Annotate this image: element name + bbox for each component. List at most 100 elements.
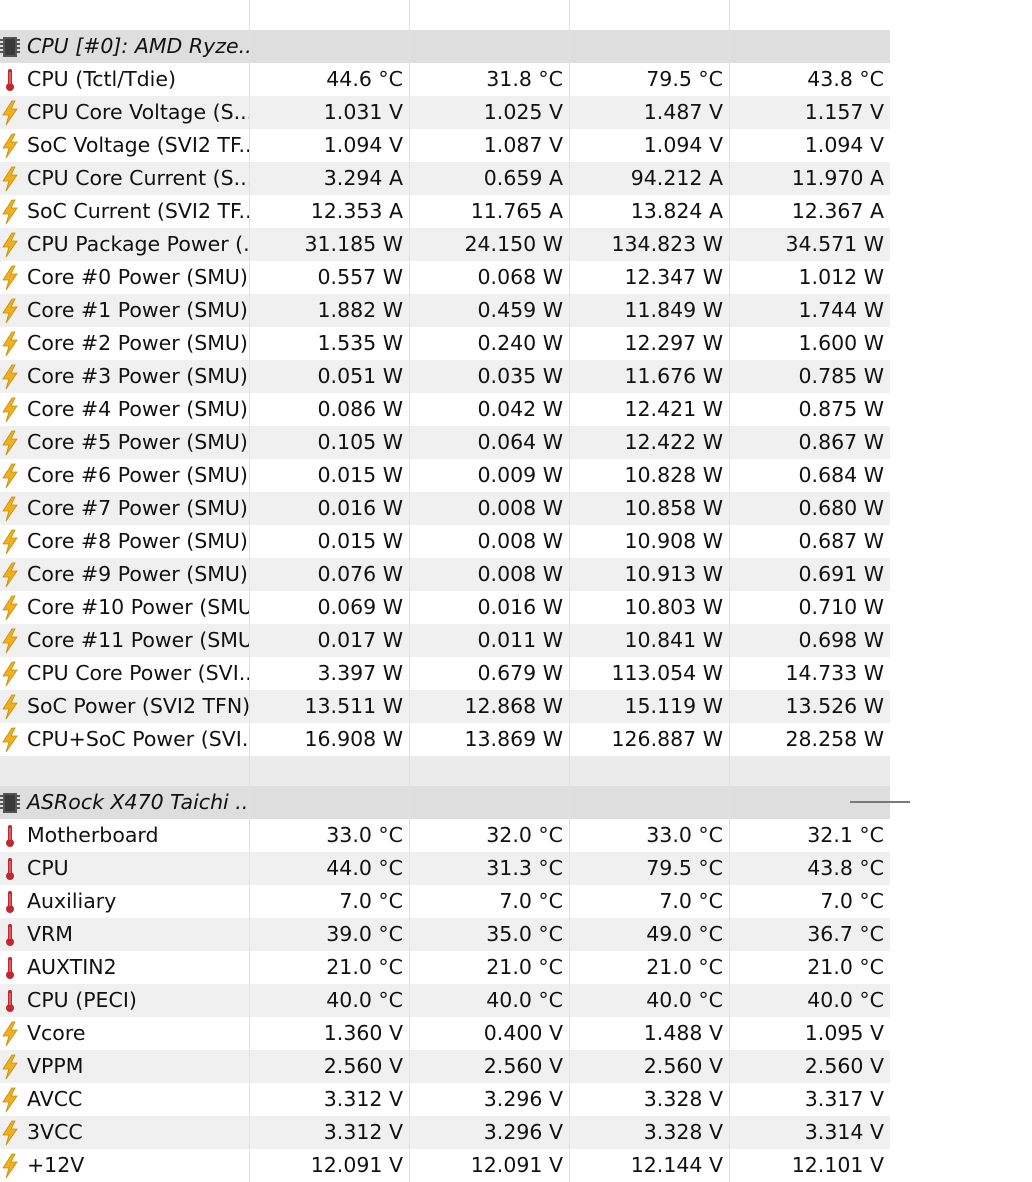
sensor-row[interactable]: CPU Core Current (S... 3.294 A 0.659 A 94.2… — [0, 162, 890, 195]
lightning-icon — [0, 397, 22, 423]
sensor-name: Core #3 Power (SMU) — [27, 364, 248, 388]
sensor-row[interactable]: Core #0 Power (SMU) 0.557 W 0.068 W 12.347 … — [0, 261, 890, 294]
sensor-row[interactable]: Core #1 Power (SMU) 1.882 W 0.459 W 11.849 … — [0, 294, 890, 327]
sensor-row[interactable]: Core #9 Power (SMU) 0.076 W 0.008 W 10.913 … — [0, 558, 890, 591]
sensor-row[interactable]: VRM 39.0 °C 35.0 °C 49.0 °C 36.7 °C — [0, 918, 890, 951]
sensor-row[interactable]: CPU (PECI) 40.0 °C 40.0 °C 40.0 °C 40.0 °C — [0, 984, 890, 1017]
sensor-row[interactable]: CPU Core Power (SVI... 3.397 W 0.679 W 113.… — [0, 657, 890, 690]
average-value: 0.785 W — [798, 364, 884, 388]
lightning-icon — [0, 364, 22, 390]
sensor-row[interactable]: CPU Package Power (... 31.185 W 24.150 W 13… — [0, 228, 890, 261]
minimum-value: 12.868 W — [464, 694, 563, 718]
maximum-value: 10.803 W — [624, 595, 723, 619]
lightning-icon — [0, 595, 22, 621]
sensor-row[interactable]: +12V 12.091 V 12.091 V 12.144 V 12.101 V — [0, 1149, 890, 1182]
sensor-name: 3VCC — [27, 1120, 83, 1144]
sensor-row[interactable]: SoC Power (SVI2 TFN) 13.511 W 12.868 W 15.1… — [0, 690, 890, 723]
thermometer-icon — [0, 67, 22, 93]
maximum-value: 33.0 °C — [646, 823, 723, 847]
maximum-value: 12.422 W — [624, 430, 723, 454]
average-value: 12.367 A — [791, 199, 884, 223]
sensor-name: Core #10 Power (SMU) — [27, 595, 250, 619]
sensor-row[interactable]: AVCC 3.312 V 3.296 V 3.328 V 3.317 V — [0, 1083, 890, 1116]
sensor-name: CPU+SoC Power (SVI... — [27, 727, 250, 751]
average-value: 0.875 W — [798, 397, 884, 421]
sensor-row[interactable]: Core #3 Power (SMU) 0.051 W 0.035 W 11.676 … — [0, 360, 890, 393]
sensor-group-header[interactable]: ASRock X470 Taichi ... — [0, 786, 890, 819]
sensor-row[interactable]: Core #6 Power (SMU) 0.015 W 0.009 W 10.828 … — [0, 459, 890, 492]
sensor-row[interactable]: Auxiliary 7.0 °C 7.0 °C 7.0 °C 7.0 °C — [0, 885, 890, 918]
lightning-icon — [0, 1054, 22, 1080]
sensor-name: SoC Current (SVI2 TF... — [27, 199, 250, 223]
sensor-row[interactable]: SoC Current (SVI2 TF... 12.353 A 11.765 A 1… — [0, 195, 890, 228]
sensor-name: AUXTIN2 — [27, 955, 117, 979]
sensor-row[interactable]: SoC Voltage (SVI2 TF... 1.094 V 1.087 V 1.0… — [0, 129, 890, 162]
maximum-value: 113.054 W — [611, 661, 723, 685]
minimum-value: 12.091 V — [470, 1153, 563, 1177]
thermometer-icon — [0, 856, 22, 882]
maximum-value: 1.094 V — [643, 133, 723, 157]
maximum-value: 11.849 W — [624, 298, 723, 322]
average-value: 7.0 °C — [820, 889, 884, 913]
current-value: 39.0 °C — [326, 922, 403, 946]
sensor-name: CPU — [27, 856, 69, 880]
sensor-group-title: ASRock X470 Taichi ... — [27, 790, 250, 814]
minimum-value: 32.0 °C — [486, 823, 563, 847]
sensor-row[interactable]: Core #8 Power (SMU) 0.015 W 0.008 W 10.908 … — [0, 525, 890, 558]
sensor-group-header[interactable]: CPU [#0]: AMD Ryze... — [0, 30, 890, 63]
lightning-icon — [0, 628, 22, 654]
sensor-name: CPU Package Power (... — [27, 232, 250, 256]
sensor-row[interactable]: Core #2 Power (SMU) 1.535 W 0.240 W 12.297 … — [0, 327, 890, 360]
maximum-value: 7.0 °C — [659, 889, 723, 913]
maximum-value: 10.913 W — [624, 562, 723, 586]
current-value: 0.069 W — [317, 595, 403, 619]
average-value: 0.680 W — [798, 496, 884, 520]
sensor-name: CPU Core Power (SVI... — [27, 661, 250, 685]
lightning-icon — [0, 496, 22, 522]
sensor-row[interactable]: CPU+SoC Power (SVI... 16.908 W 13.869 W 126… — [0, 723, 890, 756]
sensor-row[interactable]: CPU 44.0 °C 31.3 °C 79.5 °C 43.8 °C — [0, 852, 890, 885]
minimum-value: 0.400 V — [483, 1021, 563, 1045]
thermometer-icon — [0, 823, 22, 849]
maximum-value: 94.212 A — [630, 166, 723, 190]
lightning-icon — [0, 298, 22, 324]
sensor-row[interactable]: VPPM 2.560 V 2.560 V 2.560 V 2.560 V — [0, 1050, 890, 1083]
maximum-value: 1.487 V — [643, 100, 723, 124]
current-value: 33.0 °C — [326, 823, 403, 847]
thermometer-icon — [0, 955, 22, 981]
sensor-row[interactable]: Core #10 Power (SMU) 0.069 W 0.016 W 10.803… — [0, 591, 890, 624]
minimum-value: 31.3 °C — [486, 856, 563, 880]
maximum-value: 40.0 °C — [646, 988, 723, 1012]
sensor-row[interactable]: AUXTIN2 21.0 °C 21.0 °C 21.0 °C 21.0 °C — [0, 951, 890, 984]
sensor-row[interactable]: CPU Core Voltage (S... 1.031 V 1.025 V 1.48… — [0, 96, 890, 129]
lightning-icon — [0, 1153, 22, 1179]
current-value: 0.017 W — [317, 628, 403, 652]
sensor-name: Core #9 Power (SMU) — [27, 562, 248, 586]
sensor-row[interactable]: Core #7 Power (SMU) 0.016 W 0.008 W 10.858 … — [0, 492, 890, 525]
sensor-name: Core #4 Power (SMU) — [27, 397, 248, 421]
sensor-row[interactable]: Core #5 Power (SMU) 0.105 W 0.064 W 12.422 … — [0, 426, 890, 459]
sensor-row[interactable]: Core #11 Power (SMU) 0.017 W 0.011 W 10.841… — [0, 624, 890, 657]
thermometer-icon — [0, 988, 22, 1014]
average-value: 43.8 °C — [807, 67, 884, 91]
sensor-row[interactable]: CPU (Tctl/Tdie) 44.6 °C 31.8 °C 79.5 °C 43.8… — [0, 63, 890, 96]
lightning-icon — [0, 694, 22, 720]
lightning-icon — [0, 562, 22, 588]
sensor-group-title: CPU [#0]: AMD Ryze... — [27, 34, 250, 58]
sensor-row[interactable]: Vcore 1.360 V 0.400 V 1.488 V 1.095 V — [0, 1017, 890, 1050]
minimum-value: 0.008 W — [477, 496, 563, 520]
average-value: 32.1 °C — [807, 823, 884, 847]
average-value: 14.733 W — [785, 661, 884, 685]
current-value: 44.6 °C — [326, 67, 403, 91]
sensor-row[interactable]: 3VCC 3.312 V 3.296 V 3.328 V 3.314 V — [0, 1116, 890, 1149]
sensor-name: Core #2 Power (SMU) — [27, 331, 248, 355]
sensor-row[interactable]: Motherboard 33.0 °C 32.0 °C 33.0 °C 32.1 °C — [0, 819, 890, 852]
maximum-value: 126.887 W — [611, 727, 723, 751]
average-value: 2.560 V — [804, 1054, 884, 1078]
sensor-table: CPU [#0]: AMD Ryze... CPU (Tctl/Tdie) 44.6… — [0, 0, 890, 1182]
current-value: 3.294 A — [323, 166, 403, 190]
sensor-row[interactable]: Core #4 Power (SMU) 0.086 W 0.042 W 12.421 … — [0, 393, 890, 426]
current-value: 13.511 W — [304, 694, 403, 718]
lightning-icon — [0, 727, 22, 753]
current-value: 1.535 W — [317, 331, 403, 355]
